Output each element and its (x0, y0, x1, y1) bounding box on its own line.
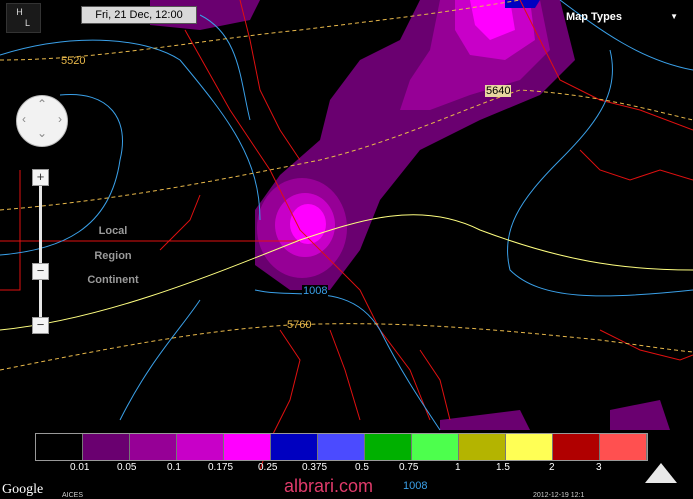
legend-swatch (553, 434, 600, 460)
contour-label-5640: 5640 (485, 85, 512, 97)
legend-tick-label: 3 (596, 462, 602, 473)
pan-right-icon[interactable]: › (58, 112, 62, 126)
legend-tick-label: 0.175 (208, 462, 234, 473)
legend-tick-label: 0.1 (167, 462, 181, 473)
zoom-slider-track[interactable] (39, 185, 42, 319)
legend-swatch (177, 434, 224, 460)
legend-swatch (412, 434, 459, 460)
weather-map-app: 5520 5640 5760 1008 1008 H L Fri, 21 Dec… (0, 0, 693, 499)
precip-legend (35, 433, 648, 461)
map-types-dropdown[interactable]: Map Types ▼ (566, 8, 684, 26)
zoom-level-region[interactable]: Region (80, 250, 146, 262)
pan-up-icon[interactable]: ⌃ (37, 97, 47, 111)
zoom-slider-handle[interactable]: − (32, 263, 49, 280)
forecast-date: Fri, 21 Dec, 12:00 GMT (81, 6, 197, 37)
legend-swatch (224, 434, 271, 460)
legend-swatch (83, 434, 130, 460)
contour-label-1008-bottom: 1008 (403, 480, 428, 492)
legend-swatch (36, 434, 83, 460)
legend-swatch (506, 434, 553, 460)
legend-tick-label: 0.375 (302, 462, 328, 473)
contour-label-1008: 1008 (302, 285, 329, 297)
footer-timestamp: 2012-12-19 12:1 (533, 492, 585, 499)
legend-swatch (271, 434, 318, 460)
legend-tick-label: 1.5 (496, 462, 510, 473)
legend-swatch (318, 434, 365, 460)
contour-label-5760: 5760 (287, 319, 312, 331)
legend-swatch (459, 434, 506, 460)
map-types-label: Map Types (566, 11, 623, 23)
zoom-level-continent[interactable]: Continent (80, 274, 146, 286)
high-label: H (16, 7, 23, 17)
high-low-toggle[interactable]: H L (6, 3, 41, 33)
legend-tick-label: 0.05 (117, 462, 137, 473)
legend-tick-label: 1 (455, 462, 461, 473)
zoom-out-button[interactable]: − (32, 317, 49, 334)
logo-icon (645, 463, 677, 483)
legend-swatch (130, 434, 177, 460)
zoom-level-local[interactable]: Local (80, 225, 146, 237)
chevron-down-icon: ▼ (670, 12, 678, 21)
legend-swatch (600, 434, 647, 460)
pan-down-icon[interactable]: ⌄ (37, 126, 47, 140)
legend-tick-label: 0.25 (258, 462, 278, 473)
legend-tick-label: 2 (549, 462, 555, 473)
google-logo: Google (2, 482, 44, 497)
pan-left-icon[interactable]: ‹ (22, 112, 26, 126)
watermark: albrari.com (284, 476, 374, 496)
legend-tick-label: 0.01 (70, 462, 90, 473)
zoom-in-button[interactable]: + (32, 169, 49, 186)
footer-credit: AICES (62, 492, 84, 499)
pan-control[interactable]: ⌃ ‹ › ⌄ (16, 95, 68, 147)
legend-swatch (365, 434, 412, 460)
legend-tick-label: 0.5 (355, 462, 369, 473)
legend-tick-label: 0.75 (399, 462, 419, 473)
low-label: L (24, 18, 30, 28)
contour-label-5520: 5520 (61, 55, 86, 67)
